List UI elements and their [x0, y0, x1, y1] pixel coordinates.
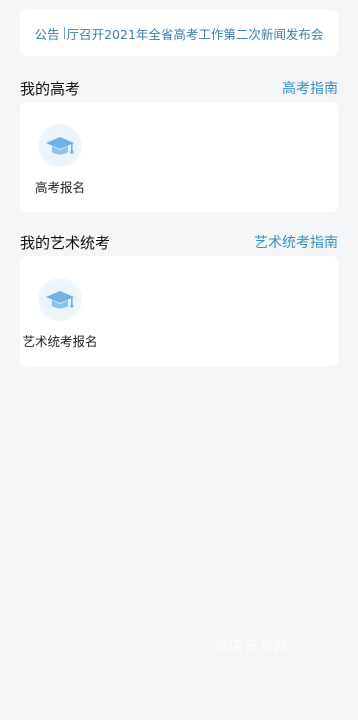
- section-header-gaokao: 我的高考 高考指南: [20, 76, 338, 100]
- art-exam-registration-label: 艺术统考报名: [22, 334, 98, 349]
- announcement-prefix: 公告: [34, 26, 60, 42]
- graduation-cap-icon: [38, 278, 82, 321]
- gaokao-guide-link[interactable]: 高考指南: [282, 78, 338, 98]
- graduation-cap-icon: [46, 136, 74, 154]
- graduation-cap-icon: [38, 124, 82, 167]
- section-header-art-exam: 我的艺术统考 艺术统考指南: [20, 230, 338, 254]
- announcement-text[interactable]: 厅召开2021年全省高考工作第二次新闻发布会: [67, 24, 324, 43]
- app-screen: 公告 厅召开2021年全省高考工作第二次新闻发布会 我的高考 高考指南 高考报名…: [0, 0, 358, 720]
- gaokao-registration-tile[interactable]: 高考报名: [20, 124, 100, 196]
- gaokao-card: 高考报名: [20, 102, 338, 212]
- art-exam-guide-link[interactable]: 艺术统考指南: [254, 232, 338, 252]
- graduation-cap-icon: [46, 290, 74, 308]
- section-title-gaokao: 我的高考: [20, 79, 81, 98]
- announcement-bar[interactable]: 公告 厅召开2021年全省高考工作第二次新闻发布会: [20, 10, 338, 56]
- gaokao-registration-label: 高考报名: [34, 180, 85, 195]
- art-exam-registration-tile[interactable]: 艺术统考报名: [20, 278, 100, 350]
- art-exam-card: 艺术统考报名: [20, 256, 338, 366]
- announcement-separator: [63, 27, 65, 39]
- watermark: 商店安卓网: [214, 639, 289, 655]
- section-title-art-exam: 我的艺术统考: [20, 233, 111, 252]
